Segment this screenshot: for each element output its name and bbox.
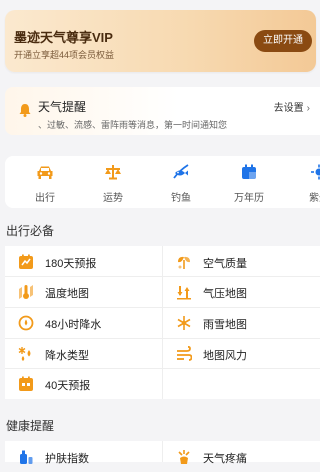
travel-section-title: 出行必备 <box>6 222 54 239</box>
tools-row: 出行 运势 钓鱼 万年历 <box>5 156 320 208</box>
car-icon <box>36 164 54 180</box>
precipitation-48h-icon <box>18 315 34 331</box>
grid-item-precipitation-type[interactable]: 降水类型 <box>5 339 162 369</box>
tool-label: 钓鱼 <box>156 189 206 204</box>
tool-label: 运势 <box>88 189 138 204</box>
tool-fortune[interactable]: 运势 <box>88 164 138 204</box>
tool-label: 紫外 <box>294 189 320 204</box>
grid-item-label: 地图风力 <box>203 347 247 363</box>
scale-icon <box>104 164 122 180</box>
health-grid: 护肤指数 天气疼痛 <box>5 441 320 462</box>
travel-grid: 180天预报 空气质量 温度地图 气压地图 <box>5 246 320 399</box>
grid-item-label: 气压地图 <box>203 285 247 301</box>
grid-item-label: 温度地图 <box>45 285 89 301</box>
health-section-title: 健康提醒 <box>6 417 54 434</box>
grid-item-skincare[interactable]: 护肤指数 <box>5 442 162 472</box>
rain-snow-map-icon <box>176 315 192 331</box>
tool-label: 出行 <box>20 189 70 204</box>
vip-banner[interactable]: 墨迹天气尊享VIP 开通立享超44项会员权益 立即开通 <box>5 10 316 72</box>
grid-item-temperature-map[interactable]: 温度地图 <box>5 277 162 307</box>
precipitation-type-icon <box>18 346 34 362</box>
grid-item-weather-pain[interactable]: 天气疼痛 <box>163 442 320 472</box>
go-settings-link[interactable]: 去设置› <box>274 99 310 114</box>
bell-icon <box>17 102 33 118</box>
grid-item-forecast-40[interactable]: 40天预报 <box>5 369 162 399</box>
grid-item-forecast-180[interactable]: 180天预报 <box>5 247 162 277</box>
vip-title: 墨迹天气尊享VIP <box>14 27 113 46</box>
pressure-map-icon <box>176 284 192 300</box>
tool-travel[interactable]: 出行 <box>20 164 70 204</box>
grid-item-label: 40天预报 <box>45 377 90 393</box>
grid-item-label: 空气质量 <box>203 255 247 271</box>
grid-item-precipitation-48h[interactable]: 48小时降水 <box>5 308 162 338</box>
grid-item-label: 180天预报 <box>45 255 96 271</box>
grid-item-pressure-map[interactable]: 气压地图 <box>163 277 320 307</box>
grid-item-rain-snow-map[interactable]: 雨雪地图 <box>163 308 320 338</box>
grid-item-label: 雨雪地图 <box>203 316 247 332</box>
calendar-icon <box>240 164 258 180</box>
air-quality-icon <box>176 254 192 270</box>
wind-map-icon <box>176 346 192 362</box>
fishing-icon <box>172 164 190 180</box>
vip-subtitle: 开通立享超44项会员权益 <box>14 48 114 61</box>
tool-fishing[interactable]: 钓鱼 <box>156 164 206 204</box>
grid-item-air-quality[interactable]: 空气质量 <box>163 247 320 277</box>
grid-item-label: 48小时降水 <box>45 316 101 332</box>
go-settings-label: 去设置 <box>274 103 304 114</box>
forecast-180-icon <box>18 254 34 270</box>
chevron-right-icon: › <box>307 103 310 114</box>
forecast-40-icon <box>18 376 34 392</box>
vip-open-button[interactable]: 立即开通 <box>254 30 312 52</box>
weather-pain-icon <box>176 449 192 465</box>
weather-alert-card[interactable]: 天气提醒 、过敏、流感、雷阵雨等消息，第一时间通知您 去设置› <box>5 87 320 135</box>
skincare-icon <box>18 449 34 465</box>
weather-alert-subtitle: 、过敏、流感、雷阵雨等消息，第一时间通知您 <box>38 118 227 131</box>
sun-icon <box>310 164 320 180</box>
grid-item-label: 天气疼痛 <box>203 450 247 466</box>
tool-calendar[interactable]: 万年历 <box>224 164 274 204</box>
weather-alert-title: 天气提醒 <box>38 98 86 115</box>
tool-uv[interactable]: 紫外 <box>294 164 320 204</box>
grid-item-label: 护肤指数 <box>45 450 89 466</box>
grid-item-wind-map[interactable]: 地图风力 <box>163 339 320 369</box>
temperature-map-icon <box>18 284 34 300</box>
grid-item-label: 降水类型 <box>45 347 89 363</box>
tool-label: 万年历 <box>224 189 274 204</box>
